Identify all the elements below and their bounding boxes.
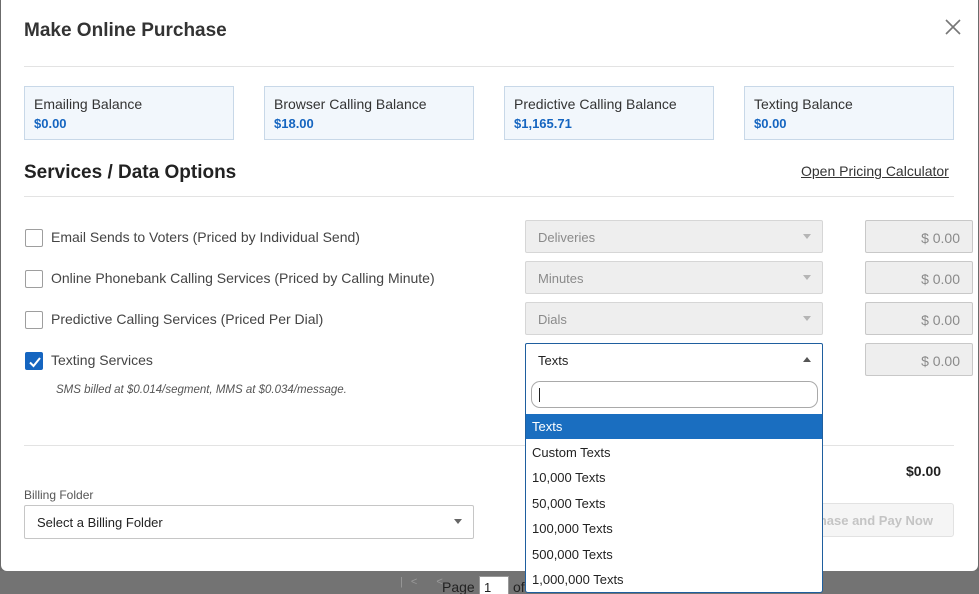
texting-services-select-value: Texts — [538, 353, 569, 368]
total-amount: $0.00 — [906, 463, 942, 479]
chevron-down-icon — [454, 519, 462, 524]
dropdown-option[interactable]: 50,000 Texts — [526, 491, 822, 516]
modal-title: Make Online Purchase — [24, 20, 227, 41]
checkmark-icon — [29, 357, 41, 368]
texting-services-amount: $ 0.00 — [865, 343, 973, 376]
dropdown-search-input[interactable] — [531, 381, 818, 408]
text-cursor — [539, 388, 540, 402]
texting-pricing-note: SMS billed at $0.014/segment, MMS at $0.… — [56, 384, 347, 396]
phonebank-calling-label: Online Phonebank Calling Services (Price… — [51, 270, 435, 286]
texting-services-checkbox[interactable] — [25, 352, 43, 370]
dropdown-option[interactable]: 100,000 Texts — [526, 516, 822, 541]
dropdown-option[interactable]: 10,000 Texts — [526, 465, 822, 490]
email-sends-select: Deliveries — [525, 220, 823, 253]
billing-folder-select[interactable]: Select a Billing Folder — [24, 505, 474, 539]
dropdown-option[interactable]: Custom Texts — [526, 440, 822, 465]
section-title: Services / Data Options — [24, 162, 237, 183]
billing-folder-select-value: Select a Billing Folder — [37, 515, 163, 530]
pager-page-label: Page — [442, 579, 475, 594]
balance-value: $0.00 — [34, 116, 67, 131]
balance-label: Predictive Calling Balance — [514, 96, 677, 112]
predictive-calling-select-value: Dials — [538, 312, 567, 327]
open-pricing-calculator-link[interactable]: Open Pricing Calculator — [801, 163, 949, 179]
section-divider — [24, 196, 954, 197]
balance-label: Texting Balance — [754, 96, 853, 112]
balance-value: $0.00 — [754, 116, 787, 131]
predictive-calling-label: Predictive Calling Services (Priced Per … — [51, 311, 324, 327]
close-icon[interactable] — [943, 17, 963, 37]
purchase-modal: Make Online Purchase Emailing Balance $0… — [1, 0, 978, 571]
balance-card-emailing: Emailing Balance $0.00 — [24, 86, 234, 140]
predictive-calling-amount: $ 0.00 — [865, 302, 973, 335]
phonebank-calling-amount: $ 0.00 — [865, 261, 973, 294]
pager-page-input[interactable]: 1 — [479, 576, 509, 594]
balance-card-browser-calling: Browser Calling Balance $18.00 — [264, 86, 474, 140]
texting-services-label: Texting Services — [51, 352, 153, 368]
chevron-down-icon — [803, 275, 811, 280]
dropdown-option[interactable]: Texts — [526, 414, 822, 439]
balance-value: $18.00 — [274, 116, 314, 131]
balance-label: Emailing Balance — [34, 96, 143, 112]
predictive-calling-select: Dials — [525, 302, 823, 335]
chevron-down-icon — [803, 234, 811, 239]
header-divider — [24, 66, 954, 67]
background-pager: |< < Page 1 of — [0, 571, 979, 594]
predictive-calling-checkbox[interactable] — [25, 311, 43, 329]
balance-card-texting: Texting Balance $0.00 — [744, 86, 954, 140]
texting-services-select[interactable]: Texts — [525, 343, 823, 377]
email-sends-amount: $ 0.00 — [865, 220, 973, 253]
texting-options-dropdown: Texts Custom Texts 10,000 Texts 50,000 T… — [525, 376, 823, 593]
phonebank-calling-select-value: Minutes — [538, 271, 584, 286]
balance-label: Browser Calling Balance — [274, 96, 427, 112]
billing-folder-label: Billing Folder — [24, 488, 94, 502]
chevron-up-icon — [803, 357, 811, 362]
chevron-down-icon — [803, 316, 811, 321]
email-sends-checkbox[interactable] — [25, 229, 43, 247]
dropdown-option[interactable]: 1,000,000 Texts — [526, 567, 822, 592]
balance-value: $1,165.71 — [514, 116, 572, 131]
phonebank-calling-select: Minutes — [525, 261, 823, 294]
phonebank-calling-checkbox[interactable] — [25, 270, 43, 288]
pager-of-label: of — [513, 579, 525, 594]
balance-card-predictive-calling: Predictive Calling Balance $1,165.71 — [504, 86, 714, 140]
email-sends-label: Email Sends to Voters (Priced by Individ… — [51, 229, 360, 245]
dropdown-option[interactable]: 500,000 Texts — [526, 542, 822, 567]
email-sends-select-value: Deliveries — [538, 230, 596, 245]
